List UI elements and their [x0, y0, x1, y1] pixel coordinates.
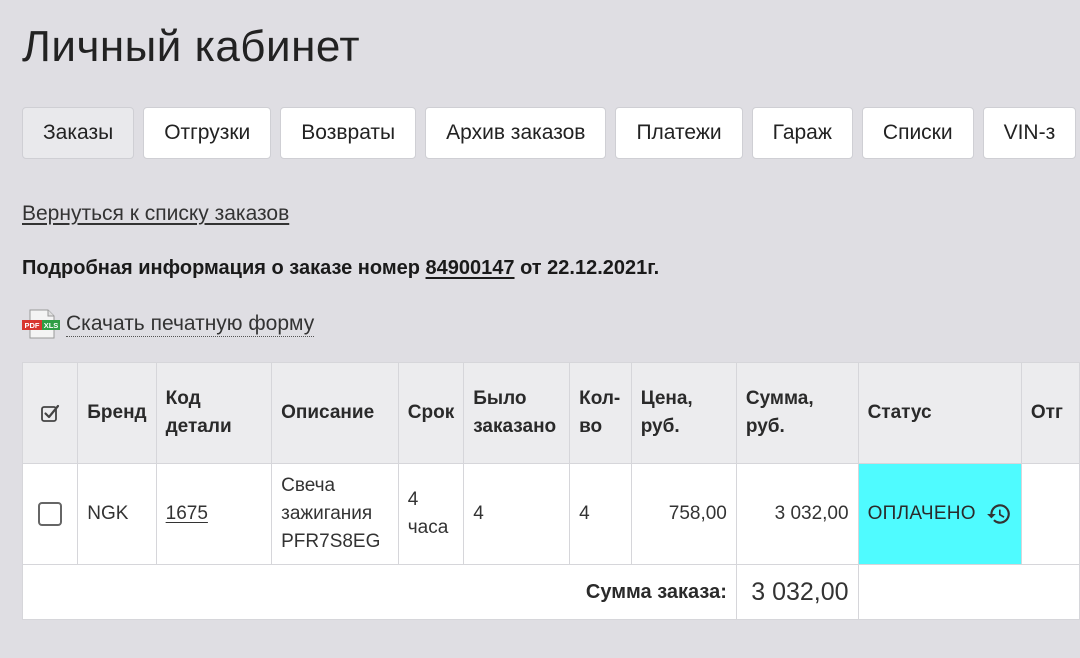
- cell-qty: 4: [569, 463, 632, 565]
- tab-vin[interactable]: VIN-з: [982, 107, 1077, 159]
- order-items-table: Бренд Код детали Описание Срок Было зака…: [21, 362, 1080, 620]
- col-qty: Кол-во: [569, 362, 632, 464]
- cell-price: 758,00: [630, 463, 737, 565]
- col-ordered: Было заказано: [463, 362, 571, 464]
- cell-term: 4 часа: [397, 463, 465, 565]
- table-header-row: Бренд Код детали Описание Срок Было зака…: [21, 362, 1080, 464]
- tab-order-archive[interactable]: Архив заказов: [425, 107, 607, 159]
- col-price: Цена, руб.: [630, 362, 737, 464]
- cell-description: Свеча зажигания PFR7S8EG: [271, 463, 399, 565]
- pdf-xls-file-icon: PDF XLS: [22, 309, 60, 339]
- tab-garage[interactable]: Гараж: [751, 107, 853, 159]
- total-row-spacer: [857, 564, 1080, 620]
- col-brand: Бренд: [77, 362, 157, 464]
- order-info-prefix: Подробная информация о заказе номер: [22, 257, 426, 279]
- col-next: Отг: [1020, 362, 1080, 464]
- tab-orders[interactable]: Заказы: [22, 107, 135, 159]
- tab-returns[interactable]: Возвраты: [280, 107, 417, 159]
- tab-payments[interactable]: Платежи: [615, 107, 743, 159]
- col-status: Статус: [857, 362, 1022, 464]
- col-part-code: Код детали: [155, 362, 273, 464]
- select-all-header[interactable]: [21, 362, 79, 464]
- col-sum: Сумма, руб.: [735, 362, 859, 464]
- tab-shipments[interactable]: Отгрузки: [143, 107, 272, 159]
- tab-bar: Заказы Отгрузки Возвраты Архив заказов П…: [22, 107, 1077, 159]
- cell-ordered: 4: [463, 463, 571, 565]
- download-print-form[interactable]: PDF XLS Скачать печатную форму: [22, 309, 315, 339]
- order-number-link[interactable]: 84900147: [426, 257, 515, 279]
- page-title: Личный кабинет: [22, 22, 361, 71]
- order-info-suffix: от 22.12.2021г.: [514, 257, 660, 279]
- cell-next: [1020, 463, 1080, 565]
- order-info-heading: Подробная информация о заказе номер 8490…: [22, 257, 659, 280]
- order-total-value: 3 032,00: [735, 564, 859, 620]
- svg-text:XLS: XLS: [44, 321, 59, 330]
- svg-text:PDF: PDF: [25, 321, 40, 330]
- tab-lists[interactable]: Списки: [861, 107, 974, 159]
- table-total-row: Сумма заказа: 3 032,00: [22, 564, 1080, 620]
- checkbox-checked-icon: [41, 404, 60, 422]
- part-code-link[interactable]: 1675: [166, 503, 208, 524]
- status-badge: ОПЛАЧЕНО: [867, 503, 976, 524]
- order-total-label: Сумма заказа:: [22, 564, 737, 620]
- table-row: NGK 1675 Свеча зажигания PFR7S8EG 4 часа…: [21, 463, 1080, 565]
- col-term: Срок: [397, 362, 465, 464]
- col-description: Описание: [271, 362, 399, 464]
- row-checkbox[interactable]: [38, 502, 62, 526]
- download-print-form-label: Скачать печатную форму: [66, 311, 315, 337]
- history-icon[interactable]: [986, 501, 1012, 527]
- cell-part-code: 1675: [155, 463, 273, 565]
- row-select-cell: [21, 463, 79, 565]
- back-to-orders-link[interactable]: Вернуться к списку заказов: [22, 202, 289, 226]
- cell-sum: 3 032,00: [735, 463, 859, 565]
- cell-status: ОПЛАЧЕНО: [857, 463, 1022, 565]
- cell-brand: NGK: [77, 463, 157, 565]
